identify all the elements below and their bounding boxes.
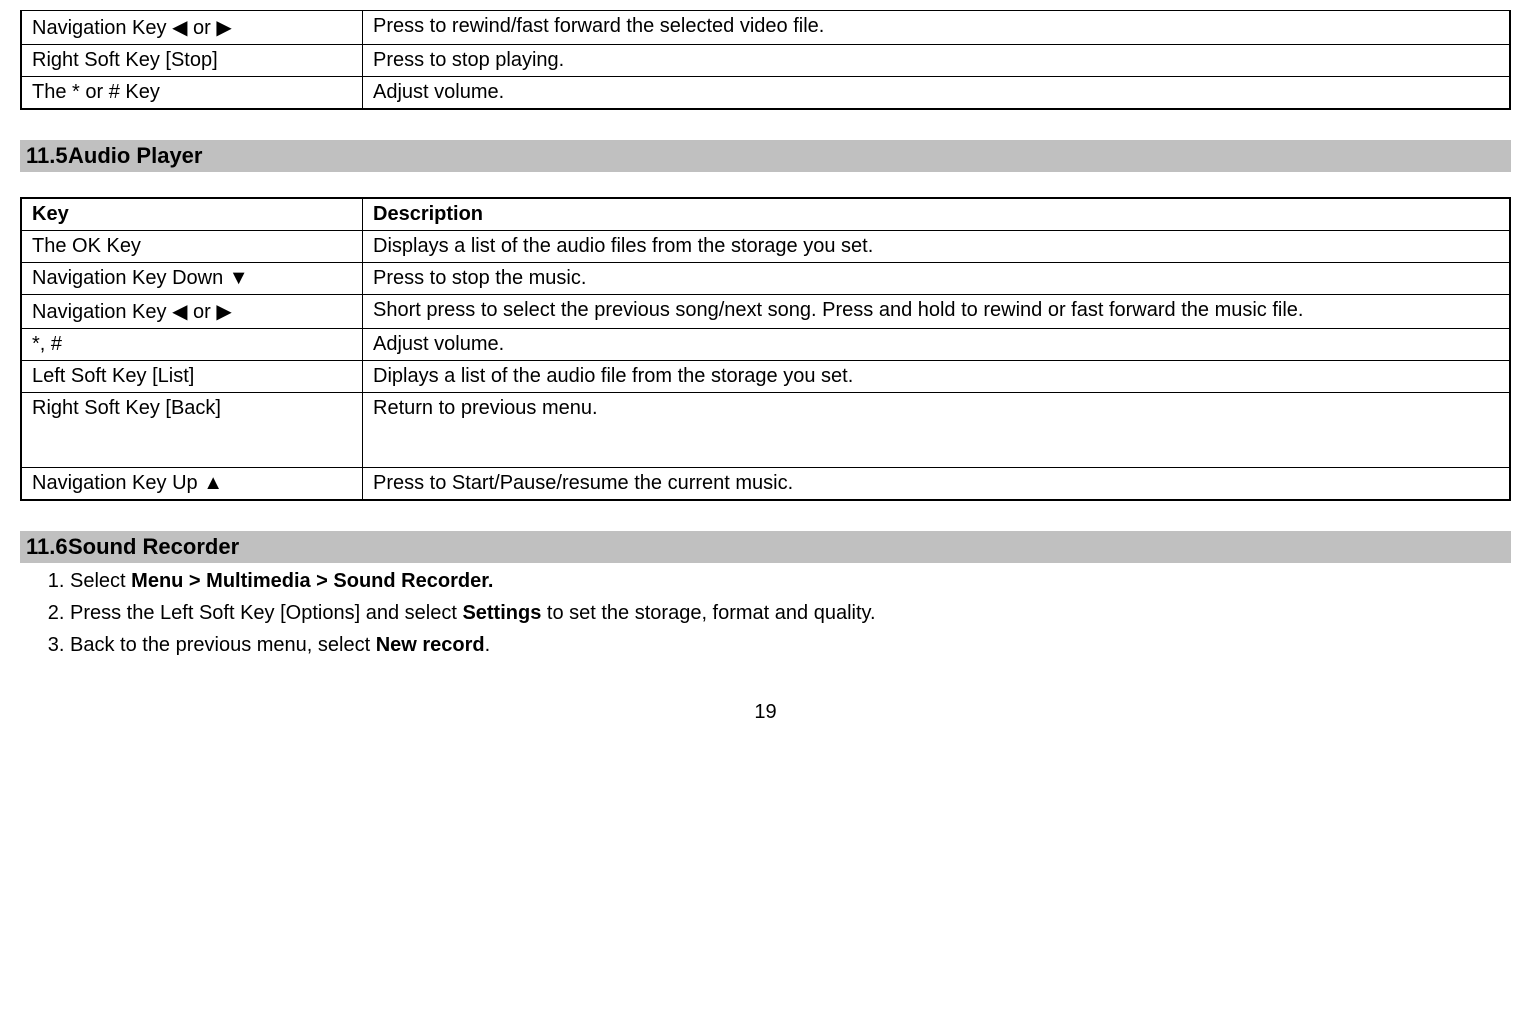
step-bold: Settings [462, 602, 541, 624]
header-key: Key [21, 198, 363, 231]
audio-player-keys-table: Key Description The OK Key Displays a li… [20, 197, 1511, 501]
list-item: Back to the previous menu, select New re… [70, 629, 1511, 661]
desc-cell: Diplays a list of the audio file from th… [363, 361, 1511, 393]
key-cell: The * or # Key [21, 77, 363, 110]
table-row: Navigation Key ◀ or ▶ Press to rewind/fa… [21, 11, 1510, 45]
page-number: 19 [20, 701, 1511, 724]
desc-cell: Press to stop playing. [363, 45, 1511, 77]
list-item: Select Menu > Multimedia > Sound Recorde… [70, 565, 1511, 597]
key-cell: Navigation Key Up ▲ [21, 468, 363, 501]
desc-cell: Press to Start/Pause/resume the current … [363, 468, 1511, 501]
sound-recorder-steps: Select Menu > Multimedia > Sound Recorde… [20, 565, 1511, 661]
table-row: Navigation Key Up ▲ Press to Start/Pause… [21, 468, 1510, 501]
desc-cell: Press to stop the music. [363, 263, 1511, 295]
header-desc: Description [363, 198, 1511, 231]
table-row: *, # Adjust volume. [21, 329, 1510, 361]
desc-cell: Press to rewind/fast forward the selecte… [363, 11, 1511, 45]
step-bold: New record [376, 634, 485, 656]
section-heading-audio-player: 11.5Audio Player [20, 140, 1511, 172]
section-number: 11.6 [26, 534, 68, 560]
step-text: Select [70, 570, 131, 592]
table-row: The * or # Key Adjust volume. [21, 77, 1510, 110]
desc-cell: Adjust volume. [363, 77, 1511, 110]
table-header-row: Key Description [21, 198, 1510, 231]
section-heading-sound-recorder: 11.6Sound Recorder [20, 531, 1511, 563]
step-text: Back to the previous menu, select [70, 634, 376, 656]
key-cell: Right Soft Key [Back] [21, 393, 363, 468]
key-cell: The OK Key [21, 231, 363, 263]
key-cell: Navigation Key ◀ or ▶ [21, 11, 363, 45]
video-player-keys-table: Navigation Key ◀ or ▶ Press to rewind/fa… [20, 10, 1511, 110]
step-bold: Menu > Multimedia > Sound Recorder. [131, 570, 493, 592]
key-cell: Navigation Key ◀ or ▶ [21, 295, 363, 329]
section-number: 11.5 [26, 143, 68, 169]
key-cell: Left Soft Key [List] [21, 361, 363, 393]
key-cell: Navigation Key Down ▼ [21, 263, 363, 295]
table-row: Right Soft Key [Back] Return to previous… [21, 393, 1510, 468]
section-title: Audio Player [68, 143, 202, 168]
key-cell: Right Soft Key [Stop] [21, 45, 363, 77]
table-row: The OK Key Displays a list of the audio … [21, 231, 1510, 263]
desc-cell: Displays a list of the audio files from … [363, 231, 1511, 263]
step-text: to set the storage, format and quality. [541, 602, 875, 624]
desc-cell: Adjust volume. [363, 329, 1511, 361]
table-row: Right Soft Key [Stop] Press to stop play… [21, 45, 1510, 77]
table-row: Navigation Key Down ▼ Press to stop the … [21, 263, 1510, 295]
table-row: Left Soft Key [List] Diplays a list of t… [21, 361, 1510, 393]
section-title: Sound Recorder [68, 534, 239, 559]
step-text: Press the Left Soft Key [Options] and se… [70, 602, 462, 624]
desc-cell: Return to previous menu. [363, 393, 1511, 468]
list-item: Press the Left Soft Key [Options] and se… [70, 597, 1511, 629]
key-cell: *, # [21, 329, 363, 361]
step-text: . [485, 634, 491, 656]
desc-cell: Short press to select the previous song/… [363, 295, 1511, 329]
table-row: Navigation Key ◀ or ▶ Short press to sel… [21, 295, 1510, 329]
